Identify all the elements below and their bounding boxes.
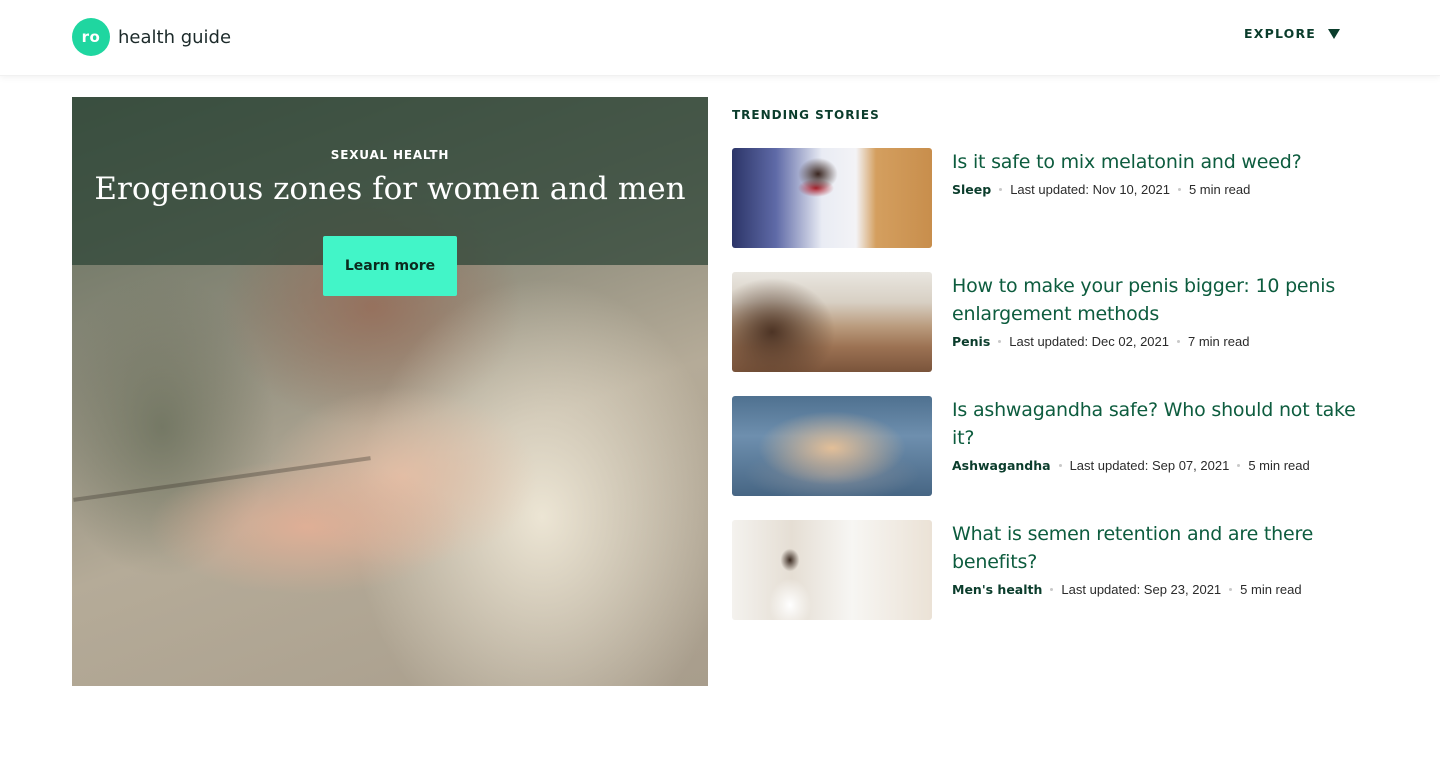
logo-text: health guide (118, 26, 232, 48)
separator-dot (1177, 188, 1181, 191)
separator-dot (1050, 588, 1054, 591)
separator-dot (1177, 340, 1180, 343)
separator-dot (999, 188, 1003, 191)
explore-menu-button[interactable]: EXPLORE (1244, 26, 1341, 41)
story-meta: Ashwagandha Last updated: Sep 07, 2021 5… (952, 458, 1368, 473)
story-read-time: 5 min read (1240, 582, 1302, 597)
story-category[interactable]: Men's health (952, 582, 1042, 597)
separator-dot (1229, 588, 1233, 591)
hero-title: Erogenous zones for women and men (94, 171, 686, 207)
story-updated: Last updated: Sep 23, 2021 (1061, 582, 1222, 597)
story-thumbnail[interactable] (732, 272, 932, 372)
story-updated: Last updated: Sep 07, 2021 (1069, 458, 1230, 473)
story-body: What is semen retention and are there be… (952, 520, 1368, 597)
hero-image-detail (73, 456, 371, 502)
explore-label: EXPLORE (1244, 26, 1317, 41)
story-meta: Penis Last updated: Dec 02, 2021 7 min r… (952, 334, 1368, 349)
story-meta: Sleep Last updated: Nov 10, 2021 5 min r… (952, 182, 1368, 197)
story-card[interactable]: What is semen retention and are there be… (732, 520, 1368, 620)
story-title[interactable]: Is ashwagandha safe? Who should not take… (952, 396, 1368, 452)
story-title[interactable]: Is it safe to mix melatonin and weed? (952, 148, 1368, 176)
story-title[interactable]: How to make your penis bigger: 10 penis … (952, 272, 1368, 328)
story-body: Is ashwagandha safe? Who should not take… (952, 396, 1368, 473)
story-read-time: 5 min read (1248, 458, 1310, 473)
trending-heading: TRENDING STORIES (732, 108, 880, 122)
story-updated: Last updated: Nov 10, 2021 (1010, 182, 1170, 197)
story-updated: Last updated: Dec 02, 2021 (1009, 334, 1169, 349)
story-title[interactable]: What is semen retention and are there be… (952, 520, 1368, 576)
separator-dot (1237, 464, 1241, 467)
story-card[interactable]: Is it safe to mix melatonin and weed? Sl… (732, 148, 1368, 248)
hero-category: SEXUAL HEALTH (330, 148, 450, 162)
trending-stories: TRENDING STORIES Is it safe to mix melat… (732, 108, 1368, 620)
story-body: How to make your penis bigger: 10 penis … (952, 272, 1368, 349)
story-card[interactable]: How to make your penis bigger: 10 penis … (732, 272, 1368, 372)
story-category[interactable]: Ashwagandha (952, 458, 1051, 473)
story-read-time: 7 min read (1188, 334, 1250, 349)
story-body: Is it safe to mix melatonin and weed? Sl… (952, 148, 1368, 197)
ro-logo-icon: ro (72, 18, 110, 56)
site-header: ro health guide EXPLORE (0, 0, 1440, 76)
learn-more-button[interactable]: Learn more (323, 236, 457, 296)
story-thumbnail[interactable] (732, 396, 932, 496)
story-category[interactable]: Penis (952, 334, 990, 349)
story-meta: Men's health Last updated: Sep 23, 2021 … (952, 582, 1368, 597)
hero-feature[interactable]: SEXUAL HEALTH Erogenous zones for women … (72, 97, 708, 686)
separator-dot (1058, 464, 1062, 467)
story-category[interactable]: Sleep (952, 182, 991, 197)
story-read-time: 5 min read (1188, 182, 1251, 197)
story-thumbnail[interactable] (732, 148, 932, 248)
caret-down-icon (1328, 28, 1341, 39)
separator-dot (998, 340, 1002, 343)
logo-link[interactable]: ro health guide (72, 18, 231, 56)
story-thumbnail[interactable] (732, 520, 932, 620)
story-card[interactable]: Is ashwagandha safe? Who should not take… (732, 396, 1368, 496)
